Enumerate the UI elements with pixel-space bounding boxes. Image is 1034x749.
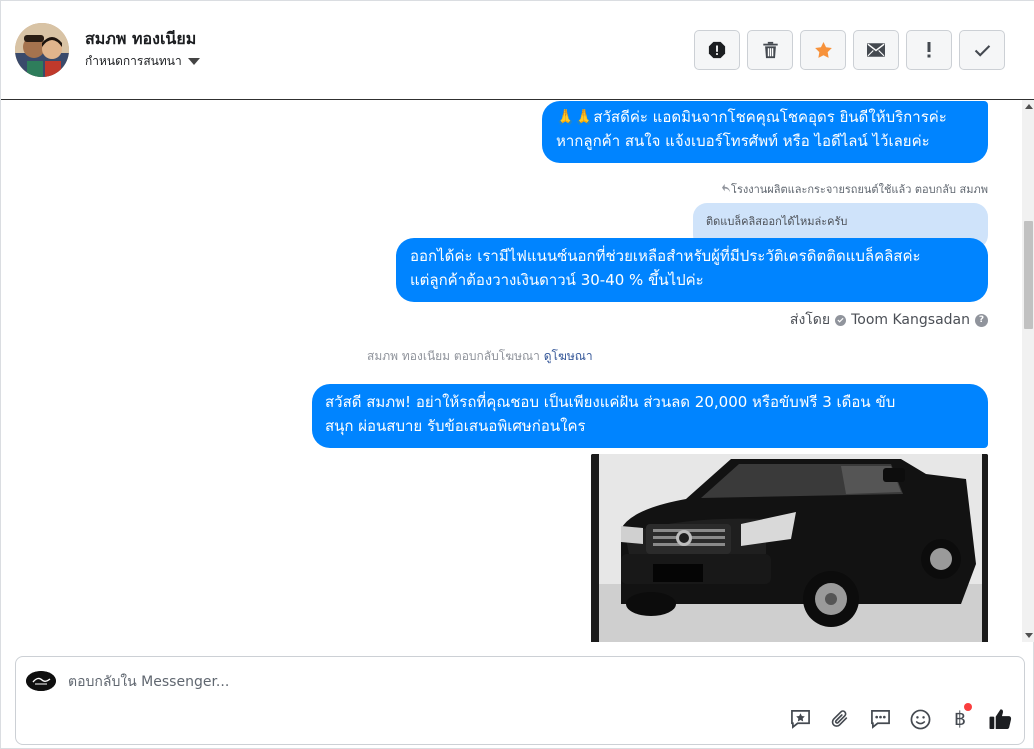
reply-arrow-icon [722,184,731,193]
avatar[interactable] [15,23,69,77]
message-bubble-answer: ออกได้ค่ะ เรามีไฟแนนซ์นอกที่ช่วยเหลือสำห… [396,238,988,302]
ad-reply-text: สมภพ ทองเนียม ตอบกลับโฆษณา [367,349,540,363]
contact-name: สมภพ ทองเนียม [85,29,197,48]
chevron-down-icon [187,58,200,65]
quick-reply-button[interactable] [868,707,892,731]
mark-done-button[interactable] [959,30,1005,70]
saved-reply-button[interactable] [788,707,812,731]
scroll-thumb[interactable] [1024,221,1033,329]
ad-reply-meta: สมภพ ทองเนียม ตอบกลับโฆษณา ดูโฆษณา [367,347,593,366]
reply-meta-text: โรงงานผลิตและกระจายรถยนต์ใช้แล้ว ตอบกลับ… [731,183,988,196]
assign-label: กำหนดการสนทนา [85,54,182,68]
page-avatar [26,671,56,691]
agent-status-icon [835,314,847,326]
scroll-down-arrow-icon[interactable] [1025,633,1033,638]
saved-reply-icon [790,710,810,729]
envelope-icon [867,43,885,57]
star-button[interactable] [800,30,846,70]
thread-scrollbar[interactable] [1022,100,1034,642]
message-bubble-greeting: 🙏🙏สวัสดีค่ะ แอดมินจากโชคคุณโชคอุดร ยินดี… [542,101,988,163]
question-mark-icon[interactable]: ? [975,313,988,327]
follow-up-button[interactable] [906,30,952,70]
emoji-button[interactable] [908,707,932,731]
thumbs-up-icon [989,709,1011,730]
delete-button[interactable] [747,30,793,70]
conversation-header: สมภพ ทองเนียม กำหนดการสนทนา [1,1,1034,100]
check-icon [974,44,990,57]
star-icon [814,41,832,58]
attachment-icon [831,710,848,727]
inbox-conversation-panel: สมภพ ทองเนียม กำหนดการสนทนา 🙏🙏สวัสดีค่ะ … [0,0,1034,749]
sent-by-label: ส่งโดย [789,312,831,328]
reply-input[interactable] [68,671,768,693]
emoji-icon [910,709,930,729]
exclamation-icon [927,42,931,58]
sent-by-name[interactable]: Toom Kangsadan [851,312,970,328]
scroll-up-arrow-icon[interactable] [1025,104,1033,109]
message-thread[interactable]: 🙏🙏สวัสดีค่ะ แอดมินจากโชคคุณโชคอุดร ยินดี… [1,100,1022,642]
alert-circle-icon [708,41,726,59]
car-photo[interactable] [591,454,988,642]
attach-button[interactable] [828,707,852,731]
message-bubble-promo: สวัสดี สมภพ! อย่าให้รถที่คุณชอบ เป็นเพีย… [312,384,988,448]
message-composer: ฿ [15,656,1025,745]
baht-payment-icon: ฿ [953,708,967,730]
quick-reply-icon [870,710,890,729]
mark-unread-button[interactable] [853,30,899,70]
view-ad-link[interactable]: ดูโฆษณา [544,349,593,363]
sent-by-row: ส่งโดย Toom Kangsadan ? [790,309,988,331]
notification-dot [964,703,972,711]
composer-tools: ฿ [788,703,1012,731]
mark-spam-button[interactable] [694,30,740,70]
like-button[interactable] [988,707,1012,731]
trash-icon [762,41,778,59]
reply-meta: โรงงานผลิตและกระจายรถยนต์ใช้แล้ว ตอบกลับ… [722,180,988,198]
assign-conversation-dropdown[interactable]: กำหนดการสนทนา [85,52,200,71]
payment-button[interactable]: ฿ [948,703,972,731]
conversation-actions [694,30,1005,70]
